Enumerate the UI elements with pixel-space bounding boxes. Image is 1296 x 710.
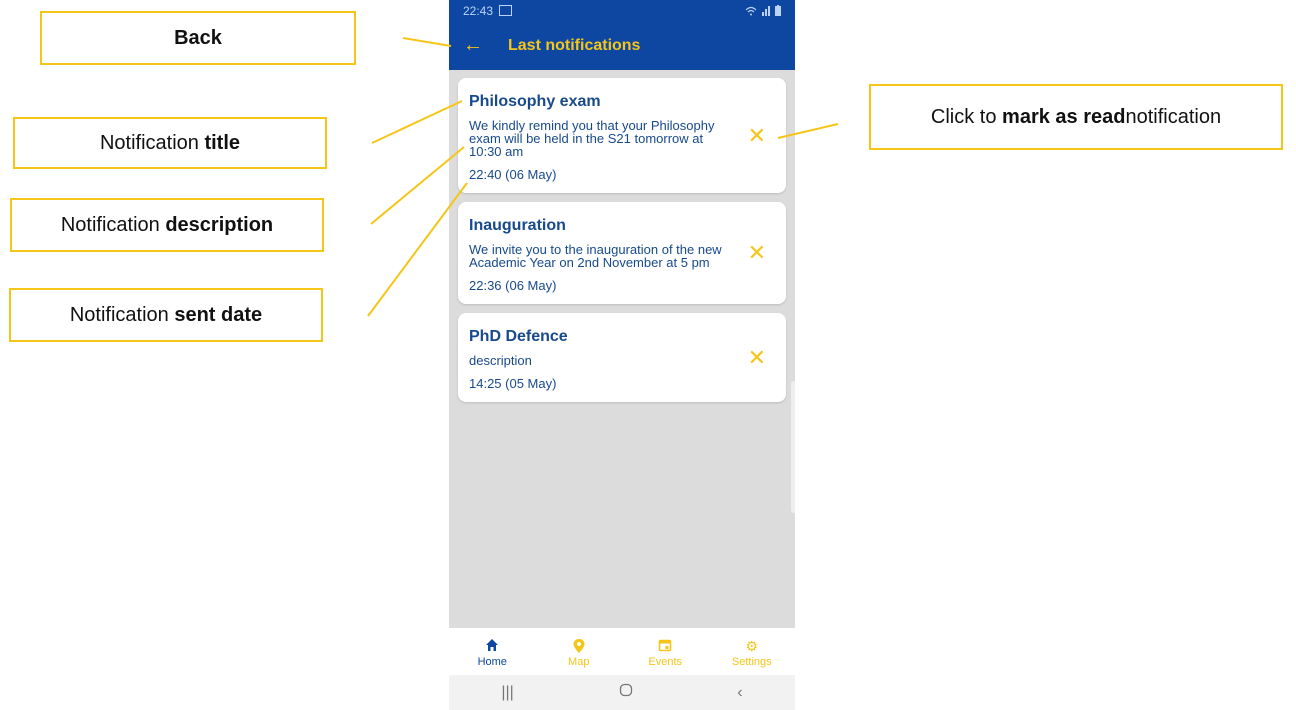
callout-date-bold: sent date xyxy=(174,303,263,326)
nav-settings[interactable]: ⚙ Settings xyxy=(709,628,796,675)
nav-home-label: Home xyxy=(477,656,507,668)
nav-map[interactable]: Map xyxy=(536,628,623,675)
callout-back-label: Back xyxy=(174,26,222,49)
nav-events-label: Events xyxy=(648,656,683,668)
wifi-icon xyxy=(745,6,757,15)
callout-description: Notification description xyxy=(10,198,324,252)
notification-description: We kindly remind you that your Philosoph… xyxy=(469,118,715,159)
image-icon xyxy=(499,5,513,16)
notification-card: Inauguration We invite you to the inaugu… xyxy=(458,202,786,304)
page-title: Last notifications xyxy=(508,36,641,54)
callout-title-bold: title xyxy=(204,131,241,154)
recent-apps-icon[interactable]: ||| xyxy=(501,684,513,702)
system-navigation-bar: ||| ‹ xyxy=(449,675,795,710)
callout-title-prefix: Notification xyxy=(99,131,199,154)
nav-map-label: Map xyxy=(568,656,590,668)
status-time: 22:43 xyxy=(463,3,494,18)
notification-title: PhD Defence xyxy=(469,328,568,345)
notification-description: description xyxy=(469,353,532,368)
notification-description: We invite you to the inauguration of the… xyxy=(469,242,722,270)
gear-icon: ⚙ xyxy=(745,638,759,654)
notification-title: Inauguration xyxy=(469,217,566,234)
notification-card: PhD Defence description 14:25 (05 May) ✕ xyxy=(458,313,786,402)
callout-mark-read: Click to mark as read notification xyxy=(869,84,1283,150)
callout-read-prefix: Click to xyxy=(930,105,997,128)
home-circle-icon[interactable] xyxy=(619,683,633,702)
notification-date: 14:25 (05 May) xyxy=(469,376,557,391)
notification-card: Philosophy exam We kindly remind you tha… xyxy=(458,78,786,193)
notification-title: Philosophy exam xyxy=(469,93,601,110)
notification-list: Philosophy exam We kindly remind you tha… xyxy=(449,70,795,402)
bottom-navigation: Home Map Events ⚙ Settings xyxy=(449,628,795,675)
notification-date: 22:36 (06 May) xyxy=(469,278,557,293)
nav-events[interactable]: Events xyxy=(622,628,709,675)
callout-read-bold: mark as read xyxy=(1002,105,1126,128)
calendar-icon xyxy=(658,638,672,654)
app-bar: ← Last notifications xyxy=(449,21,795,70)
mark-read-close-icon[interactable]: ✕ xyxy=(748,242,766,264)
nav-settings-label: Settings xyxy=(731,656,772,668)
mark-read-close-icon[interactable]: ✕ xyxy=(748,346,766,369)
mark-read-close-icon[interactable]: ✕ xyxy=(748,124,766,147)
signal-icon xyxy=(762,5,770,16)
battery-icon xyxy=(775,5,781,16)
callout-sent-date: Notification sent date xyxy=(9,288,323,342)
callout-desc-bold: description xyxy=(165,213,274,236)
edge-panel-handle[interactable] xyxy=(791,381,795,513)
back-chevron-icon[interactable]: ‹ xyxy=(737,684,742,702)
back-arrow-icon[interactable]: ← xyxy=(463,34,485,57)
status-bar: 22:43 xyxy=(449,0,795,21)
callout-date-prefix: Notification xyxy=(69,303,169,326)
callout-read-suffix: notification xyxy=(1125,105,1222,128)
map-pin-icon xyxy=(572,638,586,654)
nav-home[interactable]: Home xyxy=(449,628,536,675)
callout-title: Notification title xyxy=(13,117,327,169)
notification-date: 22:40 (06 May) xyxy=(469,167,557,182)
home-icon xyxy=(485,638,499,654)
callout-desc-prefix: Notification xyxy=(60,213,160,236)
phone-screen: 22:43 ← Last notifications Philosophy ex… xyxy=(449,0,795,710)
callout-back: Back xyxy=(40,11,356,65)
